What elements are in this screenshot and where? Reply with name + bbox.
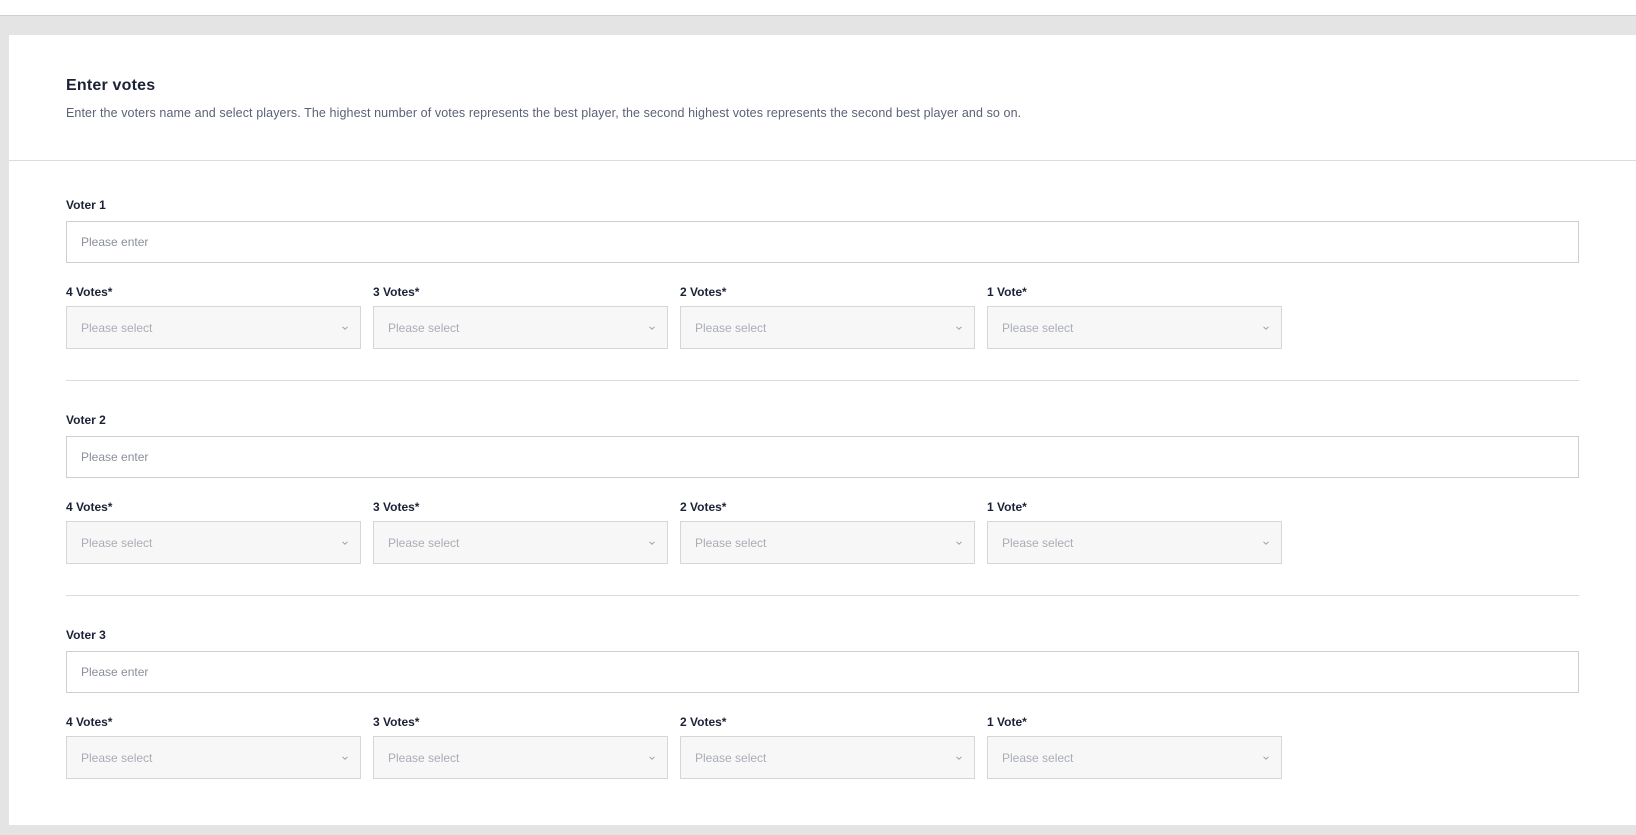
chevron-down-icon (342, 325, 348, 330)
voter-name-input[interactable] (66, 221, 1579, 263)
voter-label: Voter 3 (66, 628, 106, 642)
votes-row: 4 Votes* Please select 3 Votes* Please s… (66, 285, 1579, 349)
votes-row: 4 Votes* Please select 3 Votes* Please s… (66, 715, 1579, 779)
card-header: Enter votes Enter the voters name and se… (9, 35, 1636, 161)
votes-row: 4 Votes* Please select 3 Votes* Please s… (66, 500, 1579, 564)
vote-label: 4 Votes* (66, 285, 113, 299)
select-placeholder: Please select (81, 320, 153, 335)
vote-label: 2 Votes* (680, 285, 727, 299)
chevron-down-icon (649, 755, 655, 760)
chevron-down-icon (956, 540, 962, 545)
select-placeholder: Please select (388, 535, 460, 550)
vote-label: 2 Votes* (680, 715, 727, 729)
vote-field-2: 2 Votes* Please select (680, 285, 975, 349)
vote-field-3: 3 Votes* Please select (373, 500, 668, 564)
chevron-down-icon (1263, 325, 1269, 330)
voter-label: Voter 2 (66, 413, 106, 427)
voter-section-2: Voter 2 4 Votes* Please select 3 Votes* … (66, 413, 1579, 564)
player-select-1-vote[interactable]: Please select (987, 521, 1282, 564)
chevron-down-icon (956, 755, 962, 760)
select-placeholder: Please select (1002, 535, 1074, 550)
player-select-3-votes[interactable]: Please select (373, 736, 668, 779)
chevron-down-icon (956, 325, 962, 330)
player-select-2-votes[interactable]: Please select (680, 306, 975, 349)
vote-label: 1 Vote* (987, 715, 1027, 729)
chevron-down-icon (342, 540, 348, 545)
vote-field-3: 3 Votes* Please select (373, 285, 668, 349)
vote-label: 3 Votes* (373, 285, 420, 299)
player-select-3-votes[interactable]: Please select (373, 521, 668, 564)
voter-section-1: Voter 1 4 Votes* Please select 3 Votes* … (66, 198, 1579, 349)
vote-field-1: 1 Vote* Please select (987, 285, 1282, 349)
select-placeholder: Please select (1002, 750, 1074, 765)
player-select-4-votes[interactable]: Please select (66, 306, 361, 349)
top-bar (0, 0, 1636, 16)
player-select-4-votes[interactable]: Please select (66, 736, 361, 779)
vote-label: 3 Votes* (373, 715, 420, 729)
vote-label: 2 Votes* (680, 500, 727, 514)
chevron-down-icon (649, 540, 655, 545)
vote-field-1: 1 Vote* Please select (987, 715, 1282, 779)
section-divider (66, 595, 1579, 596)
player-select-3-votes[interactable]: Please select (373, 306, 668, 349)
vote-field-2: 2 Votes* Please select (680, 500, 975, 564)
chevron-down-icon (342, 755, 348, 760)
vote-field-4: 4 Votes* Please select (66, 715, 361, 779)
select-placeholder: Please select (81, 750, 153, 765)
voter-section-3: Voter 3 4 Votes* Please select 3 Votes* … (66, 628, 1579, 779)
vote-field-3: 3 Votes* Please select (373, 715, 668, 779)
chevron-down-icon (1263, 540, 1269, 545)
enter-votes-card: Enter votes Enter the voters name and se… (9, 35, 1636, 825)
select-placeholder: Please select (695, 750, 767, 765)
chevron-down-icon (1263, 755, 1269, 760)
section-divider (66, 380, 1579, 381)
vote-field-2: 2 Votes* Please select (680, 715, 975, 779)
player-select-2-votes[interactable]: Please select (680, 736, 975, 779)
vote-field-1: 1 Vote* Please select (987, 500, 1282, 564)
voter-label: Voter 1 (66, 198, 106, 212)
voter-name-input[interactable] (66, 436, 1579, 478)
player-select-1-vote[interactable]: Please select (987, 736, 1282, 779)
voter-name-input[interactable] (66, 651, 1579, 693)
vote-field-4: 4 Votes* Please select (66, 285, 361, 349)
vote-label: 3 Votes* (373, 500, 420, 514)
vote-label: 4 Votes* (66, 715, 113, 729)
select-placeholder: Please select (1002, 320, 1074, 335)
page-title: Enter votes (66, 77, 156, 94)
select-placeholder: Please select (81, 535, 153, 550)
select-placeholder: Please select (388, 320, 460, 335)
select-placeholder: Please select (695, 320, 767, 335)
select-placeholder: Please select (388, 750, 460, 765)
player-select-2-votes[interactable]: Please select (680, 521, 975, 564)
player-select-1-vote[interactable]: Please select (987, 306, 1282, 349)
player-select-4-votes[interactable]: Please select (66, 521, 361, 564)
page-description: Enter the voters name and select players… (66, 106, 1022, 120)
vote-label: 1 Vote* (987, 285, 1027, 299)
vote-label: 1 Vote* (987, 500, 1027, 514)
vote-field-4: 4 Votes* Please select (66, 500, 361, 564)
select-placeholder: Please select (695, 535, 767, 550)
chevron-down-icon (649, 325, 655, 330)
vote-label: 4 Votes* (66, 500, 113, 514)
